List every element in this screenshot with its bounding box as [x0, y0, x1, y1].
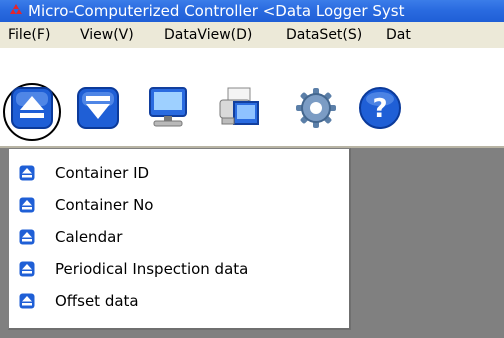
eject-up-icon [19, 229, 35, 245]
menu-bar: File(F) View(V) DataView(D) DataSet(S) D… [0, 22, 504, 48]
menu-dataview[interactable]: DataView(D) [164, 22, 252, 48]
eject-up-icon [19, 197, 35, 213]
app-logo-icon [10, 4, 22, 14]
printer-icon[interactable] [216, 86, 260, 130]
help-icon[interactable]: ? [358, 86, 402, 130]
menu-data-more[interactable]: Dat [386, 22, 411, 48]
menu-item-periodical-inspection-data[interactable]: Periodical Inspection data [9, 253, 349, 285]
eject-up-icon [19, 293, 35, 309]
eject-up-icon [19, 261, 35, 277]
title-bar[interactable]: Micro-Computerized Controller <Data Logg… [0, 0, 504, 22]
menu-file[interactable]: File(F) [8, 22, 50, 48]
menu-item-label: Periodical Inspection data [55, 260, 249, 278]
menu-item-label: Container No [55, 196, 154, 214]
eject-up-icon[interactable] [10, 86, 54, 130]
menu-dataset[interactable]: DataSet(S) [286, 22, 362, 48]
computer-icon[interactable] [146, 86, 190, 130]
window-title: Micro-Computerized Controller <Data Logg… [28, 2, 405, 20]
menu-item-offset-data[interactable]: Offset data [9, 285, 349, 317]
gear-icon[interactable] [294, 86, 338, 130]
eject-down-icon[interactable] [76, 86, 120, 130]
menu-item-label: Container ID [55, 164, 150, 182]
svg-text:?: ? [372, 94, 387, 124]
menu-item-container-no[interactable]: Container No [9, 189, 349, 221]
menu-item-label: Calendar [55, 228, 123, 246]
menu-item-calendar[interactable]: Calendar [9, 221, 349, 253]
menu-item-label: Offset data [55, 292, 139, 310]
eject-up-icon [19, 165, 35, 181]
dropdown-menu: Container ID Container No Calendar Perio… [8, 148, 351, 330]
menu-view[interactable]: View(V) [80, 22, 134, 48]
menu-item-container-id[interactable]: Container ID [9, 157, 349, 189]
